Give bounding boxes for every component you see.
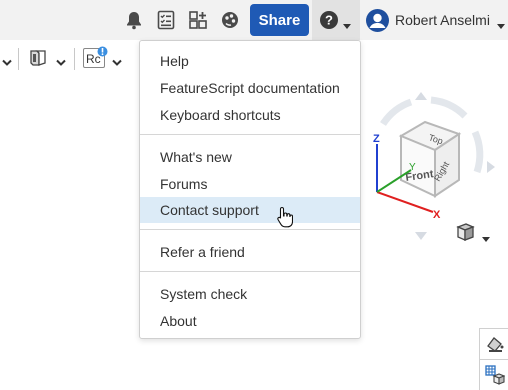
toolbar-divider xyxy=(74,48,75,70)
table-cube-icon xyxy=(485,365,506,385)
paint-bucket-icon xyxy=(485,334,505,354)
menu-item-about[interactable]: About xyxy=(140,308,360,334)
info-badge-icon xyxy=(97,44,108,57)
hand-pointer-cursor-icon xyxy=(277,206,294,228)
top-bar: Share ? Robert Anselmi xyxy=(0,0,508,40)
task-list-icon[interactable] xyxy=(156,10,176,30)
chevron-down-icon[interactable] xyxy=(2,54,12,66)
secondary-toolbar: Rc xyxy=(0,46,135,72)
menu-divider xyxy=(140,134,360,135)
view-options-cube-icon[interactable] xyxy=(455,222,475,242)
help-circle-icon: ? xyxy=(319,10,339,30)
menu-divider xyxy=(140,229,360,230)
chevron-down-icon[interactable] xyxy=(112,54,122,66)
menu-item-featurescript-docs[interactable]: FeatureScript documentation xyxy=(140,75,360,101)
help-dropdown-menu: Help FeatureScript documentation Keyboar… xyxy=(139,40,361,339)
menu-item-help[interactable]: Help xyxy=(140,48,360,74)
appearance-panel-button[interactable] xyxy=(479,328,508,359)
menu-item-whats-new[interactable]: What's new xyxy=(140,144,360,170)
share-button[interactable]: Share xyxy=(250,4,309,36)
chevron-down-icon xyxy=(343,17,351,29)
table-panel-button[interactable] xyxy=(479,359,508,390)
menu-divider xyxy=(140,271,360,272)
menu-item-refer-a-friend[interactable]: Refer a friend xyxy=(140,239,360,265)
menu-item-system-check[interactable]: System check xyxy=(140,281,360,307)
appearance-book-icon[interactable] xyxy=(28,48,48,68)
axis-x-label: X xyxy=(433,209,441,221)
view-cube[interactable]: Top Front Right Z Y X xyxy=(365,92,500,242)
chevron-down-icon[interactable] xyxy=(56,54,66,66)
learning-center-icon[interactable] xyxy=(220,10,240,30)
svg-text:?: ? xyxy=(325,13,333,28)
axis-z-label: Z xyxy=(373,133,380,145)
notifications-bell-icon[interactable] xyxy=(124,10,144,30)
user-menu[interactable]: Robert Anselmi xyxy=(360,0,508,40)
user-avatar-icon xyxy=(366,9,389,32)
menu-item-keyboard-shortcuts[interactable]: Keyboard shortcuts xyxy=(140,102,360,128)
app-store-icon[interactable] xyxy=(188,10,208,30)
toolbar-divider xyxy=(18,48,19,70)
user-name: Robert Anselmi xyxy=(395,12,490,28)
menu-item-forums[interactable]: Forums xyxy=(140,171,360,197)
axis-x-line xyxy=(376,191,434,213)
chevron-down-icon xyxy=(497,17,505,29)
help-menu-button[interactable]: ? xyxy=(312,0,360,40)
chevron-down-icon[interactable] xyxy=(482,230,490,242)
menu-item-contact-support[interactable]: Contact support xyxy=(140,197,360,223)
axis-y-label: Y xyxy=(409,162,416,173)
